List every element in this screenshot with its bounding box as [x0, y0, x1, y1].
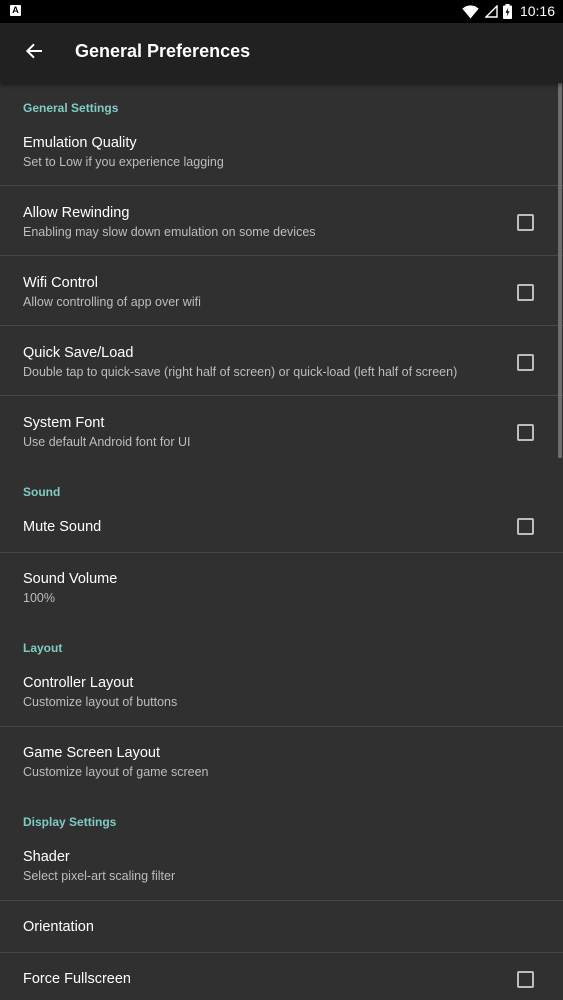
pref-controller-layout[interactable]: Controller Layout Customize layout of bu… [0, 663, 563, 727]
pref-summary: Set to Low if you experience lagging [23, 155, 224, 169]
allow-rewinding-checkbox[interactable] [517, 214, 534, 231]
pref-title: Sound Volume [23, 571, 118, 587]
pref-summary: 100% [23, 591, 55, 605]
pref-summary: Allow controlling of app over wifi [23, 295, 201, 309]
force-fullscreen-checkbox[interactable] [517, 971, 534, 988]
section-header-display-settings: Display Settings [23, 815, 117, 829]
section-header-layout: Layout [23, 641, 63, 655]
app-bar: General Preferences [0, 23, 563, 83]
pref-force-fullscreen[interactable]: Force Fullscreen [0, 953, 563, 1000]
notification-icon: A [10, 5, 21, 16]
status-bar: A 10:16 [0, 0, 563, 23]
pref-summary: Select pixel-art scaling filter [23, 869, 176, 883]
pref-mute-sound[interactable]: Mute Sound [0, 501, 563, 553]
wifi-control-checkbox[interactable] [517, 284, 534, 301]
section-header-general-settings: General Settings [23, 101, 119, 115]
pref-allow-rewinding[interactable]: Allow Rewinding Enabling may slow down e… [0, 186, 563, 256]
pref-title: Quick Save/Load [23, 345, 134, 361]
pref-title: Orientation [23, 919, 94, 935]
signal-empty-icon [484, 5, 498, 18]
pref-game-screen-layout[interactable]: Game Screen Layout Customize layout of g… [0, 727, 563, 797]
pref-emulation-quality[interactable]: Emulation Quality Set to Low if you expe… [0, 123, 563, 186]
pref-title: Controller Layout [23, 675, 134, 691]
pref-summary: Use default Android font for UI [23, 435, 191, 449]
pref-summary: Double tap to quick-save (right half of … [23, 365, 458, 379]
pref-title: Force Fullscreen [23, 971, 131, 987]
system-font-checkbox[interactable] [517, 424, 534, 441]
section-header-sound: Sound [23, 485, 61, 499]
pref-quick-save-load[interactable]: Quick Save/Load Double tap to quick-save… [0, 326, 563, 396]
pref-system-font[interactable]: System Font Use default Android font for… [0, 396, 563, 466]
pref-title: Wifi Control [23, 275, 98, 291]
scrollbar[interactable] [558, 83, 562, 458]
quick-save-load-checkbox[interactable] [517, 354, 534, 371]
pref-shader[interactable]: Shader Select pixel-art scaling filter [0, 837, 563, 901]
pref-title: Emulation Quality [23, 135, 137, 151]
preferences-list[interactable]: General Settings Emulation Quality Set t… [0, 83, 563, 1000]
back-button[interactable] [18, 37, 50, 69]
mute-sound-checkbox[interactable] [517, 518, 534, 535]
arrow-back-icon [25, 42, 43, 65]
wifi-icon [462, 4, 479, 19]
pref-title: Mute Sound [23, 519, 102, 535]
pref-title: Allow Rewinding [23, 205, 130, 221]
pref-sound-volume[interactable]: Sound Volume 100% [0, 553, 563, 618]
pref-title: Shader [23, 849, 70, 865]
battery-charging-icon [502, 4, 512, 19]
pref-title: Game Screen Layout [23, 745, 161, 761]
pref-title: System Font [23, 415, 105, 431]
status-time: 10:16 [519, 3, 555, 19]
page-title: General Preferences [75, 41, 251, 61]
status-icons: 10:16 [462, 0, 555, 23]
pref-orientation[interactable]: Orientation [0, 901, 563, 953]
pref-summary: Customize layout of game screen [23, 765, 209, 779]
pref-summary: Enabling may slow down emulation on some… [23, 225, 316, 239]
pref-summary: Customize layout of buttons [23, 695, 178, 709]
pref-wifi-control[interactable]: Wifi Control Allow controlling of app ov… [0, 256, 563, 326]
